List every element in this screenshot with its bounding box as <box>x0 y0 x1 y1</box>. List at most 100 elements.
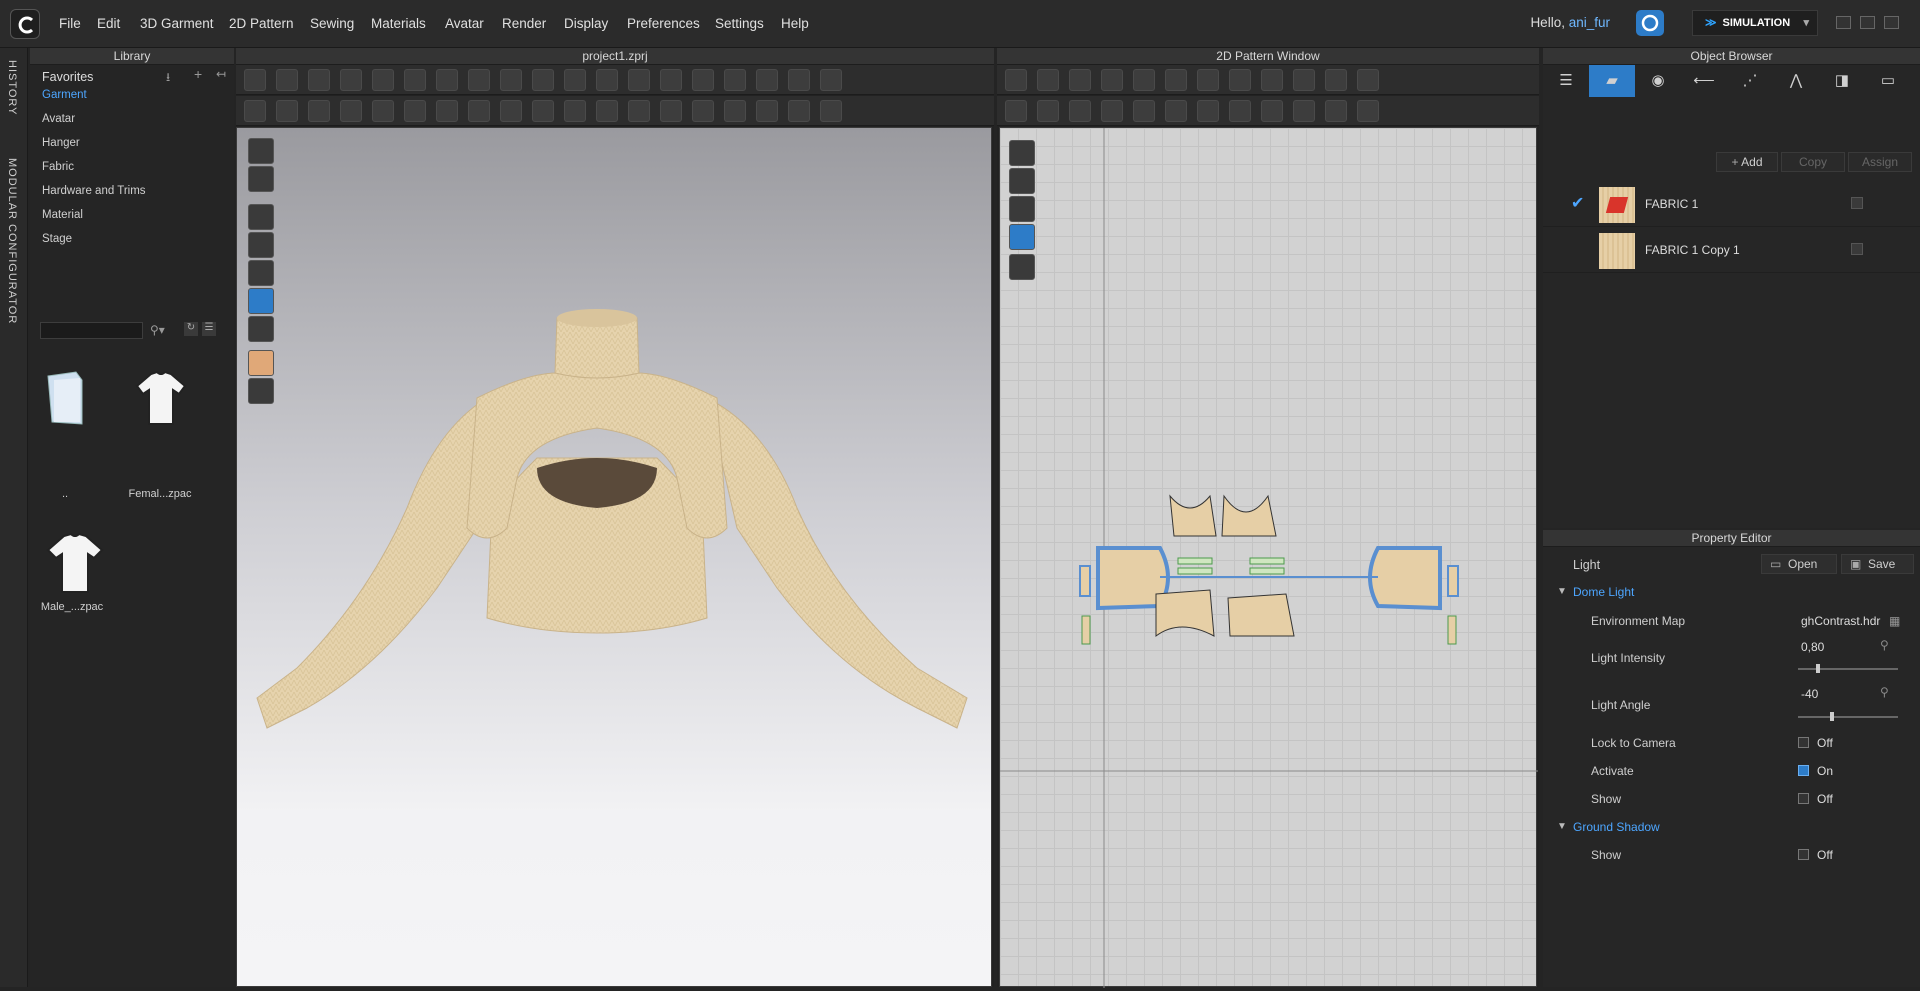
2d-lock-icon[interactable] <box>1009 254 1035 280</box>
3d-scene[interactable] <box>236 127 992 987</box>
trim-icon[interactable]: ▭ <box>1865 65 1911 97</box>
menu-2d-pattern[interactable]: 2D Pattern <box>229 16 294 31</box>
toolbar-3d-tool-icon[interactable] <box>724 69 746 91</box>
toolbar-2d-tool-icon[interactable] <box>1197 100 1219 122</box>
pin-icon[interactable]: ⚲ <box>1880 638 1889 652</box>
toolbar-2d-tool-icon[interactable] <box>1005 69 1027 91</box>
open-button[interactable]: ▭ Open <box>1761 554 1837 574</box>
toolbar-2d-tool-icon[interactable] <box>1197 69 1219 91</box>
history-tab[interactable]: HISTORY <box>6 60 18 116</box>
toolbar-2d-tool-icon[interactable] <box>1133 100 1155 122</box>
modular-configurator-tab[interactable]: MODULAR CONFIGURATOR <box>6 158 18 324</box>
fabric-options-icon[interactable] <box>1851 243 1863 255</box>
collapse-arrow-icon[interactable]: ▼ <box>1557 821 1567 832</box>
toolbar-3d-tool-icon[interactable] <box>436 69 458 91</box>
toolbar-3d-tool-icon[interactable] <box>308 69 330 91</box>
list-icon[interactable]: ☰ <box>1543 65 1589 97</box>
toolbar-2d-tool-icon[interactable] <box>1293 100 1315 122</box>
toolbar-3d-tool-icon[interactable] <box>724 100 746 122</box>
toolbar-3d-tool-icon[interactable] <box>692 69 714 91</box>
toolbar-3d-tool-icon[interactable] <box>532 69 554 91</box>
graphic-icon[interactable]: ◨ <box>1819 65 1865 97</box>
toolbar-3d-tool-icon[interactable] <box>404 100 426 122</box>
dropdown-arrow-icon[interactable]: ▾ <box>1803 11 1809 35</box>
toolbar-2d-tool-icon[interactable] <box>1037 69 1059 91</box>
toolbar-3d-tool-icon[interactable] <box>532 100 554 122</box>
menu-file[interactable]: File <box>59 16 81 31</box>
fabric-list-item[interactable]: ✔ FABRIC 1 <box>1543 181 1920 227</box>
light-angle-value[interactable]: -40 <box>1801 687 1818 701</box>
slider-knob[interactable] <box>1830 712 1834 721</box>
toolbar-2d-tool-icon[interactable] <box>1357 69 1379 91</box>
toolbar-3d-tool-icon[interactable] <box>596 100 618 122</box>
zipper-icon[interactable]: ⟵ <box>1681 65 1727 97</box>
3d-show-avatar-icon[interactable] <box>248 260 274 286</box>
3d-shaded-view-icon[interactable] <box>248 316 274 342</box>
menu-display[interactable]: Display <box>564 16 608 31</box>
female-garment-thumbnail[interactable] <box>131 368 191 428</box>
toolbar-3d-tool-icon[interactable] <box>692 100 714 122</box>
refresh-icon[interactable]: ↻ <box>184 322 198 336</box>
library-item-avatar[interactable]: Avatar <box>42 113 75 125</box>
toolbar-2d-tool-icon[interactable] <box>1069 100 1091 122</box>
menu-settings[interactable]: Settings <box>715 16 764 31</box>
toolbar-3d-tool-icon[interactable] <box>500 69 522 91</box>
copy-button[interactable]: Copy <box>1781 152 1845 172</box>
light-angle-slider[interactable] <box>1798 712 1898 721</box>
toolbar-2d-tool-icon[interactable] <box>1229 69 1251 91</box>
toolbar-3d-tool-icon[interactable] <box>660 100 682 122</box>
toolbar-2d-tool-icon[interactable] <box>1165 100 1187 122</box>
collapse-arrow-icon[interactable]: ▼ <box>1557 586 1567 597</box>
pin-icon[interactable]: ⚲ <box>1880 685 1889 699</box>
menu-edit[interactable]: Edit <box>97 16 120 31</box>
library-item-material[interactable]: Material <box>42 209 83 221</box>
menu-help[interactable]: Help <box>781 16 809 31</box>
toolbar-3d-tool-icon[interactable] <box>564 69 586 91</box>
2d-texture-icon[interactable] <box>1009 224 1035 250</box>
ground-shadow-show-checkbox[interactable] <box>1798 849 1809 860</box>
library-item-hardware[interactable]: Hardware and Trims <box>42 185 146 197</box>
toolbar-3d-tool-icon[interactable] <box>372 100 394 122</box>
library-item-garment[interactable]: Garment <box>42 89 87 101</box>
toolbar-3d-tool-icon[interactable] <box>788 100 810 122</box>
menu-materials[interactable]: Materials <box>371 16 426 31</box>
toolbar-3d-tool-icon[interactable] <box>276 100 298 122</box>
fabric-list-item[interactable]: FABRIC 1 Copy 1 <box>1543 227 1920 273</box>
toolbar-2d-tool-icon[interactable] <box>1069 69 1091 91</box>
3d-display-garment-icon[interactable] <box>248 166 274 192</box>
toolbar-2d-tool-icon[interactable] <box>1325 100 1347 122</box>
toolbar-3d-tool-icon[interactable] <box>468 69 490 91</box>
fabric-options-icon[interactable] <box>1851 197 1863 209</box>
toolbar-2d-tool-icon[interactable] <box>1133 69 1155 91</box>
fabric-icon[interactable]: ▰ <box>1589 65 1635 97</box>
toolbar-3d-tool-icon[interactable] <box>340 100 362 122</box>
toolbar-2d-tool-icon[interactable] <box>1101 100 1123 122</box>
cloud-icon[interactable] <box>1636 10 1664 36</box>
toolbar-3d-tool-icon[interactable] <box>436 100 458 122</box>
3d-environment-icon[interactable] <box>248 378 274 404</box>
toolbar-3d-tool-icon[interactable] <box>596 69 618 91</box>
toolbar-3d-tool-icon[interactable] <box>628 100 650 122</box>
maximize-button[interactable] <box>1860 16 1875 29</box>
favorites-header[interactable]: Favorites <box>42 70 93 84</box>
add-icon[interactable]: + <box>194 66 202 82</box>
toolbar-3d-tool-icon[interactable] <box>244 69 266 91</box>
button-icon[interactable]: ◉ <box>1635 65 1681 97</box>
2d-show-garment-icon[interactable] <box>1009 168 1035 194</box>
toolbar-3d-tool-icon[interactable] <box>468 100 490 122</box>
toolbar-2d-tool-icon[interactable] <box>1165 69 1187 91</box>
menu-avatar[interactable]: Avatar <box>445 16 484 31</box>
male-garment-thumbnail[interactable] <box>44 530 106 596</box>
env-map-value[interactable]: ghContrast.hdr <box>1801 614 1881 628</box>
save-button[interactable]: ▣ Save <box>1841 554 1914 574</box>
menu-render[interactable]: Render <box>502 16 546 31</box>
3d-show-garment-icon[interactable] <box>248 204 274 230</box>
3d-avatar-skin-icon[interactable] <box>248 350 274 376</box>
toolbar-2d-tool-icon[interactable] <box>1293 69 1315 91</box>
toolbar-3d-tool-icon[interactable] <box>308 100 330 122</box>
toolbar-3d-tool-icon[interactable] <box>276 69 298 91</box>
toolbar-2d-tool-icon[interactable] <box>1101 69 1123 91</box>
2d-info-icon[interactable] <box>1009 196 1035 222</box>
toolbar-3d-tool-icon[interactable] <box>820 69 842 91</box>
toolbar-3d-tool-icon[interactable] <box>756 69 778 91</box>
